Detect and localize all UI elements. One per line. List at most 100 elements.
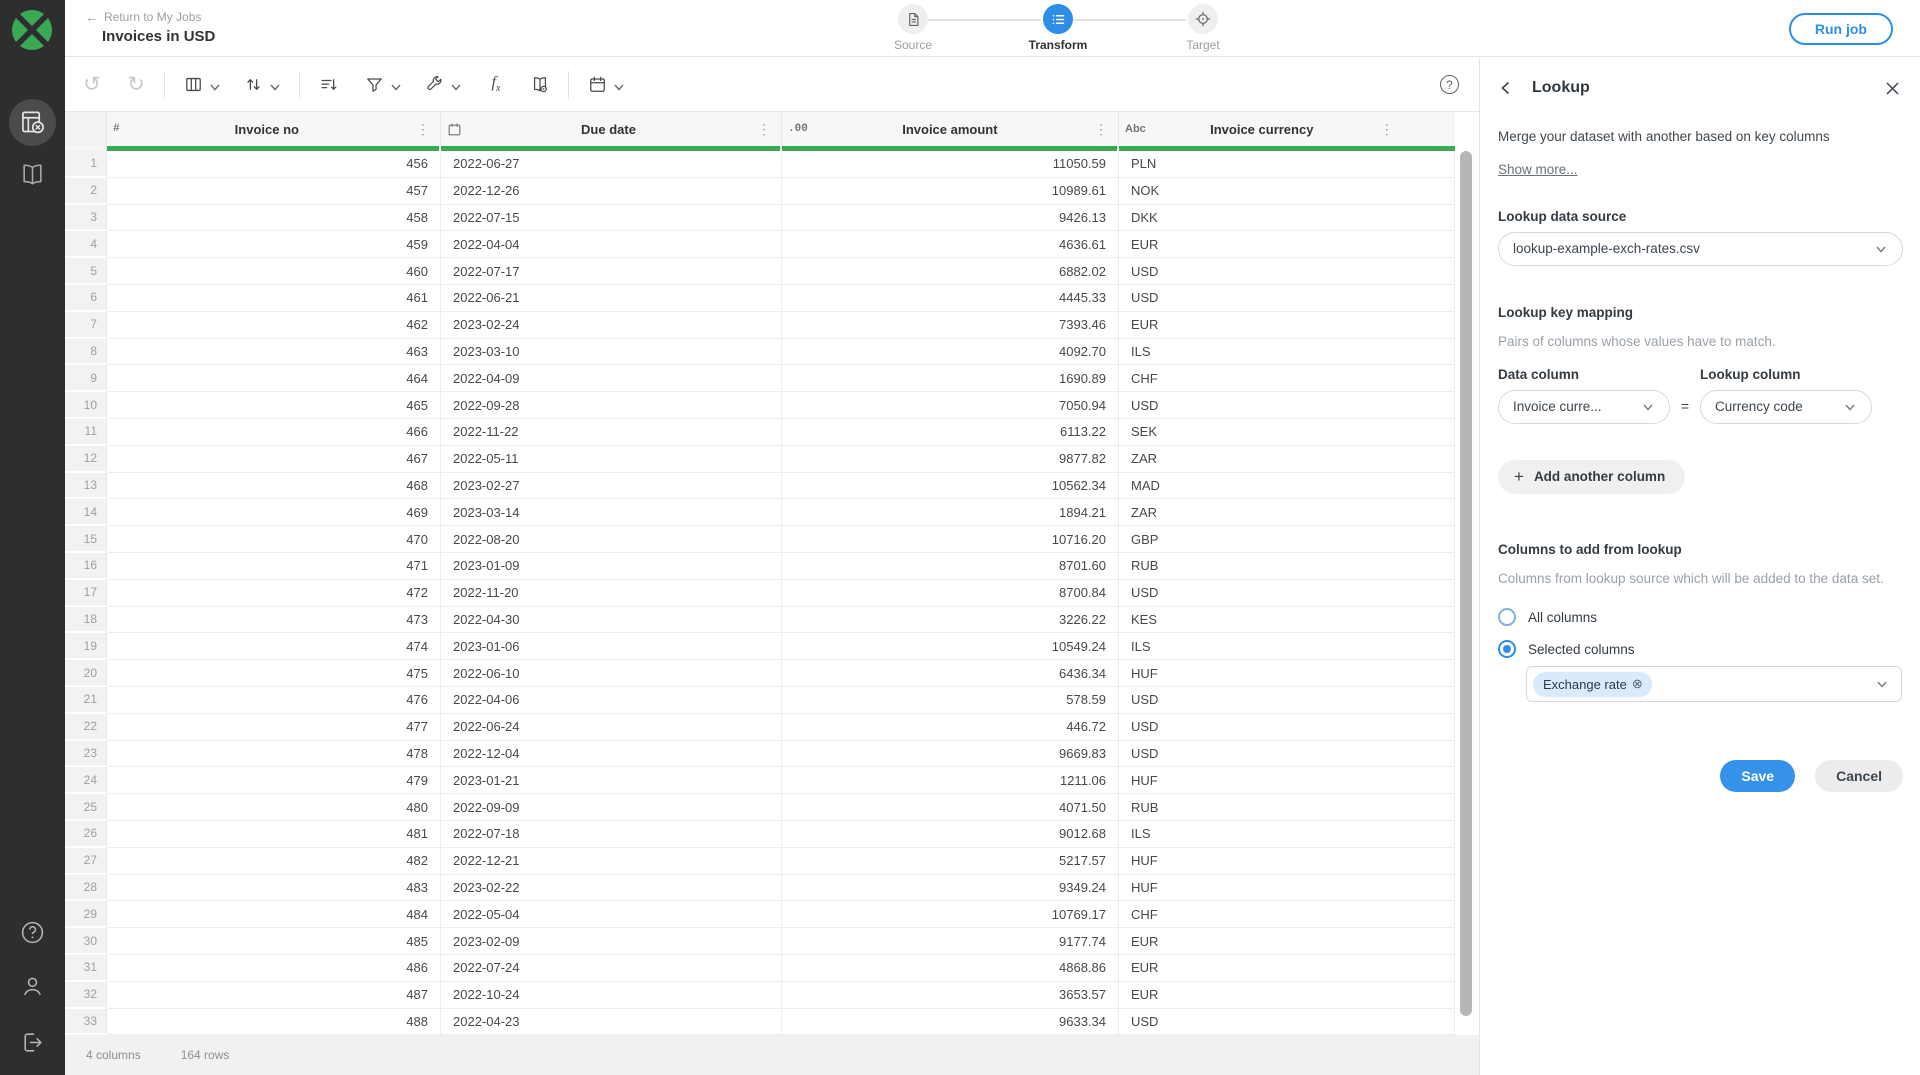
cell[interactable]: RUB [1119, 553, 1455, 580]
cell[interactable]: 2022-04-04 [441, 231, 782, 258]
cell[interactable]: 468 [107, 473, 441, 500]
cell[interactable]: 2022-04-09 [441, 365, 782, 392]
cell[interactable]: 9877.82 [782, 446, 1119, 473]
cell[interactable]: 2023-02-27 [441, 473, 782, 500]
close-icon[interactable] [1885, 81, 1900, 96]
sidebar-account-button[interactable] [20, 974, 45, 999]
cell[interactable]: HUF [1119, 767, 1455, 794]
cell[interactable]: 2023-01-21 [441, 767, 782, 794]
cell[interactable]: ILS [1119, 633, 1455, 660]
cell[interactable]: 2023-02-24 [441, 312, 782, 339]
cell[interactable]: 9669.83 [782, 741, 1119, 768]
cell[interactable]: USD [1119, 1009, 1455, 1036]
cell[interactable]: 2022-11-22 [441, 419, 782, 446]
cell[interactable]: KES [1119, 607, 1455, 634]
data-column-select[interactable]: Invoice curre... [1498, 390, 1670, 424]
cell[interactable]: 10562.34 [782, 473, 1119, 500]
column-menu-icon[interactable]: ⋮ [755, 122, 773, 136]
cell[interactable]: GBP [1119, 526, 1455, 553]
lookup-button[interactable] [523, 68, 557, 102]
column-header-invoice-no[interactable]: # Invoice no ⋮ [107, 112, 441, 146]
cell[interactable]: USD [1119, 687, 1455, 714]
cell[interactable]: 467 [107, 446, 441, 473]
column-header-invoice-currency[interactable]: Abc Invoice currency ⋮ [1119, 112, 1479, 146]
cell[interactable]: 7393.46 [782, 312, 1119, 339]
cell[interactable]: 478 [107, 741, 441, 768]
date-tools-button[interactable] [580, 68, 614, 102]
cell[interactable]: 2023-01-09 [441, 553, 782, 580]
formula-button[interactable]: fx [479, 68, 513, 102]
cell[interactable]: 8701.60 [782, 553, 1119, 580]
cell[interactable]: 2022-07-18 [441, 821, 782, 848]
cell[interactable]: 3653.57 [782, 982, 1119, 1009]
radio-selected-columns[interactable]: Selected columns [1498, 640, 1903, 658]
cell[interactable]: ZAR [1119, 446, 1455, 473]
cell[interactable]: 487 [107, 982, 441, 1009]
cell[interactable]: 2022-09-09 [441, 794, 782, 821]
cell[interactable]: 485 [107, 928, 441, 955]
cell[interactable]: 1894.21 [782, 499, 1119, 526]
cell[interactable]: NOK [1119, 178, 1455, 205]
cell[interactable]: EUR [1119, 982, 1455, 1009]
cell[interactable]: ZAR [1119, 499, 1455, 526]
cell[interactable]: 457 [107, 178, 441, 205]
cell[interactable]: 2022-05-11 [441, 446, 782, 473]
column-menu-icon[interactable]: ⋮ [1378, 122, 1396, 136]
cell[interactable]: 2023-02-22 [441, 875, 782, 902]
cell[interactable]: 472 [107, 580, 441, 607]
cell[interactable]: 464 [107, 365, 441, 392]
brand-logo-icon[interactable] [11, 9, 53, 51]
cell[interactable]: 10989.61 [782, 178, 1119, 205]
cell[interactable]: ILS [1119, 821, 1455, 848]
redo-button[interactable]: ↻ [119, 68, 153, 102]
cell[interactable]: 458 [107, 205, 441, 232]
cell[interactable]: 1690.89 [782, 365, 1119, 392]
cell[interactable]: 2023-01-06 [441, 633, 782, 660]
cell[interactable]: 578.59 [782, 687, 1119, 714]
cell[interactable]: SEK [1119, 419, 1455, 446]
cell[interactable]: RUB [1119, 794, 1455, 821]
cell[interactable]: 2022-12-26 [441, 178, 782, 205]
cell[interactable]: 446.72 [782, 714, 1119, 741]
step-transform[interactable]: Transform [1013, 4, 1103, 52]
cell[interactable]: 488 [107, 1009, 441, 1036]
cell[interactable]: 9012.68 [782, 821, 1119, 848]
cell[interactable]: 2022-11-20 [441, 580, 782, 607]
sidebar-signout-button[interactable] [20, 1030, 45, 1055]
cell[interactable]: 2022-06-27 [441, 151, 782, 178]
cell[interactable]: 483 [107, 875, 441, 902]
cell[interactable]: 2022-04-30 [441, 607, 782, 634]
cell[interactable]: USD [1119, 258, 1455, 285]
cell[interactable]: CHF [1119, 365, 1455, 392]
cell[interactable]: 4445.33 [782, 285, 1119, 312]
cell[interactable]: 477 [107, 714, 441, 741]
cell[interactable]: 469 [107, 499, 441, 526]
cell[interactable]: HUF [1119, 848, 1455, 875]
cell[interactable]: 6436.34 [782, 660, 1119, 687]
cell[interactable]: 2022-10-24 [441, 982, 782, 1009]
cell[interactable]: 1211.06 [782, 767, 1119, 794]
cell[interactable]: 9177.74 [782, 928, 1119, 955]
cell[interactable]: 474 [107, 633, 441, 660]
cell[interactable]: 10769.17 [782, 901, 1119, 928]
selected-columns-multiselect[interactable]: Exchange rate ⊗ [1526, 666, 1902, 702]
cell[interactable]: 466 [107, 419, 441, 446]
column-menu-icon[interactable]: ⋮ [414, 122, 432, 136]
cell[interactable]: 2023-03-10 [441, 339, 782, 366]
cleanse-button[interactable] [417, 68, 451, 102]
chevron-down-icon[interactable] [449, 80, 463, 94]
cell[interactable]: 6882.02 [782, 258, 1119, 285]
cell[interactable]: 6113.22 [782, 419, 1119, 446]
sidebar-item-library[interactable] [20, 162, 45, 187]
cancel-button[interactable]: Cancel [1815, 760, 1903, 792]
cell[interactable]: 3226.22 [782, 607, 1119, 634]
cell[interactable]: 475 [107, 660, 441, 687]
cell[interactable]: 470 [107, 526, 441, 553]
cell[interactable]: 482 [107, 848, 441, 875]
cell[interactable]: 2022-07-15 [441, 205, 782, 232]
cell[interactable]: 2022-06-10 [441, 660, 782, 687]
cell[interactable]: EUR [1119, 231, 1455, 258]
save-button[interactable]: Save [1720, 760, 1795, 792]
radio-all-columns[interactable]: All columns [1498, 608, 1903, 626]
cell[interactable]: 465 [107, 392, 441, 419]
